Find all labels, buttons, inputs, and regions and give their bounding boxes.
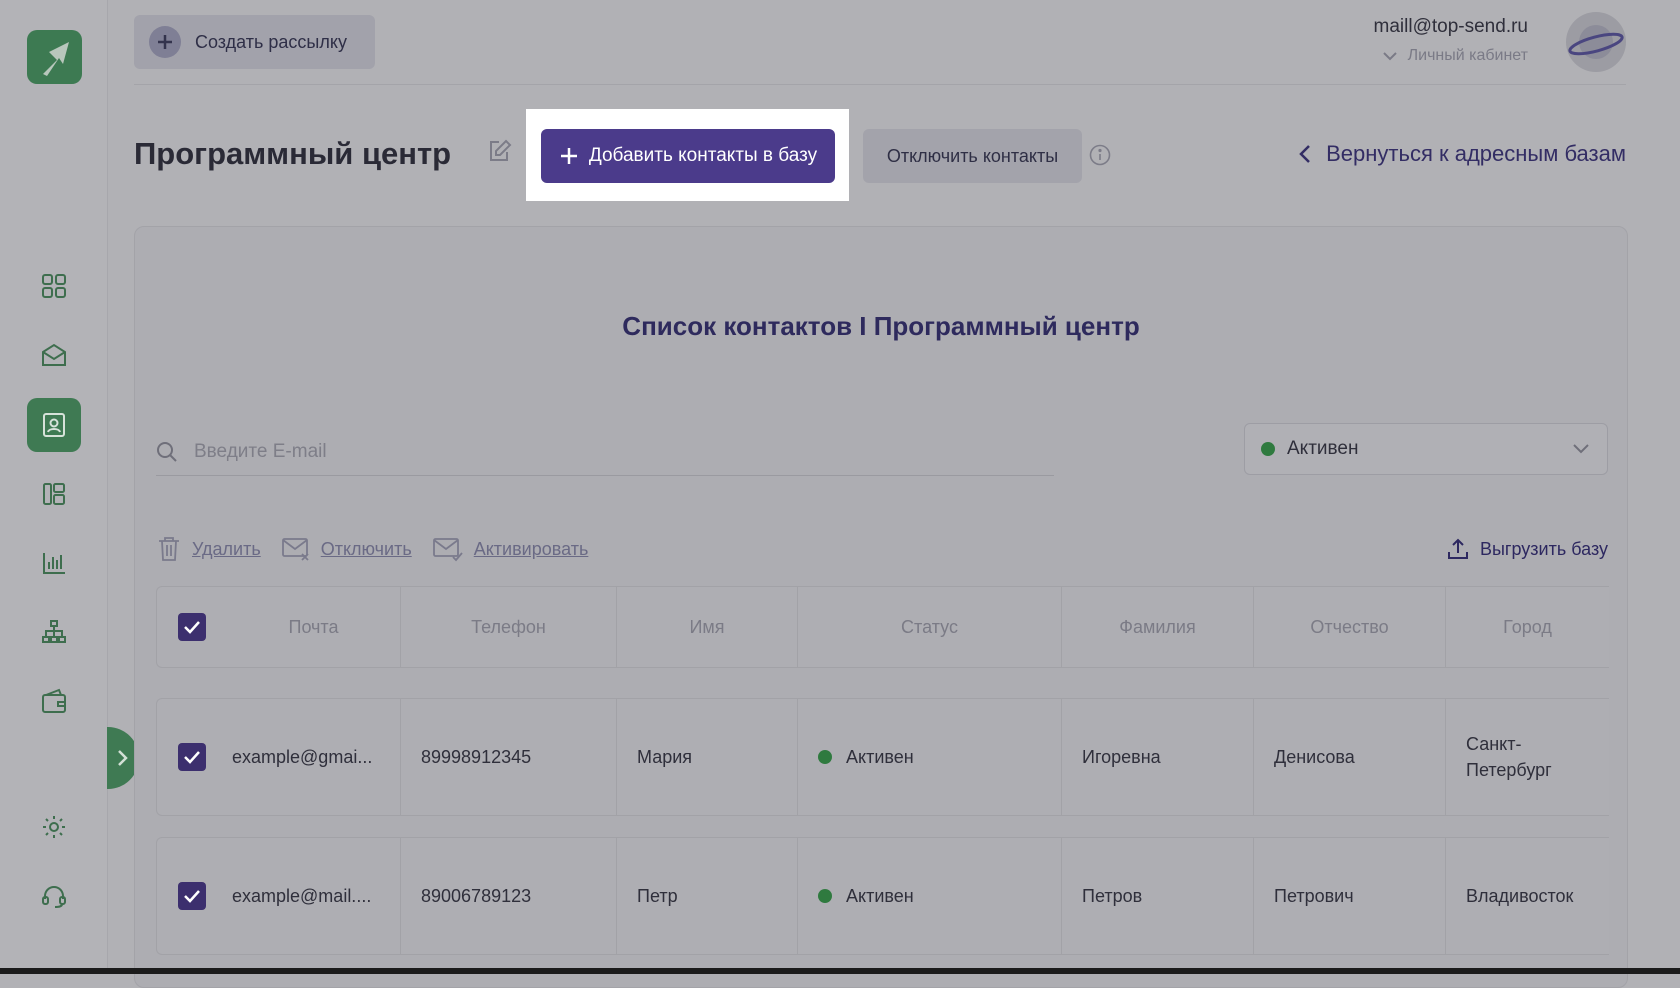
- dashboard-icon[interactable]: [27, 259, 81, 313]
- table-header: Почта Телефон Имя Статус Фамилия Отчеств…: [156, 586, 1609, 668]
- status-cell: Активен: [798, 838, 1062, 954]
- search-input[interactable]: [192, 440, 996, 464]
- disable-contacts-label: Отключить контакты: [886, 145, 1059, 166]
- name-cell: Петр: [617, 838, 798, 954]
- row-select-cell: [157, 838, 227, 954]
- templates-icon[interactable]: [27, 467, 81, 521]
- status-dot: [818, 889, 832, 903]
- table-row[interactable]: example@mail.... 89006789123 Петр Активе…: [156, 837, 1609, 955]
- row-checkbox[interactable]: [178, 882, 206, 910]
- chevron-down-icon: [1382, 52, 1397, 61]
- column-header-name[interactable]: Имя: [617, 587, 798, 667]
- activate-label: Активировать: [473, 538, 589, 559]
- column-header-email[interactable]: Почта: [227, 587, 401, 667]
- status-text: Активен: [846, 885, 914, 906]
- activate-action[interactable]: Активировать: [432, 536, 589, 562]
- bulk-actions: Удалить Отключить Активировать: [156, 535, 608, 563]
- list-title: Список контактов I Программный центр: [622, 311, 1140, 341]
- settings-icon[interactable]: [27, 800, 81, 854]
- export-label: Выгрузить базу: [1479, 538, 1608, 559]
- create-mailing-label: Создать рассылку: [195, 31, 347, 52]
- mail-check-icon: [432, 538, 463, 562]
- patronymic-cell: Петрович: [1254, 838, 1446, 954]
- phone-cell: 89998912345: [401, 699, 617, 815]
- top-header: Создать рассылку maill@top-send.ru Личны…: [134, 0, 1626, 85]
- row-select-cell: [157, 699, 227, 815]
- disable-label: Отключить: [320, 538, 412, 559]
- edit-icon[interactable]: [487, 138, 513, 169]
- check-icon: [184, 751, 200, 764]
- back-label: Вернуться к адресным базам: [1326, 141, 1626, 166]
- chevron-left-icon: [1299, 145, 1311, 163]
- check-icon: [184, 890, 200, 903]
- column-header-phone[interactable]: Телефон: [401, 587, 617, 667]
- arrow-logo-icon: [43, 42, 69, 76]
- city-cell: Владивосток: [1466, 885, 1574, 906]
- upload-icon: [1447, 538, 1468, 559]
- city-cell: Санкт- Петербург: [1466, 734, 1552, 780]
- status-filter-select[interactable]: Активен: [1244, 423, 1608, 475]
- add-contacts-button[interactable]: Добавить контакты в базу: [541, 129, 835, 183]
- mail-disable-icon: [281, 538, 309, 561]
- user-email: maill@top-send.ru: [1373, 16, 1528, 37]
- status-text: Активен: [846, 746, 914, 767]
- delete-label: Удалить: [192, 538, 261, 559]
- support-headset-icon[interactable]: [27, 869, 81, 923]
- search-field: [156, 429, 1054, 476]
- status-filter-value: Активен: [1287, 438, 1359, 459]
- export-base-button[interactable]: Выгрузить базу: [1446, 537, 1608, 561]
- email-cell: example@gmai...: [227, 699, 401, 815]
- delete-action[interactable]: Удалить: [156, 535, 261, 563]
- wallet-icon[interactable]: [27, 674, 81, 728]
- email-cell: example@mail....: [227, 838, 401, 954]
- row-checkbox[interactable]: [178, 743, 206, 771]
- back-to-address-bases-link[interactable]: Вернуться к адресным базам: [1298, 141, 1626, 167]
- window-bottom-edge: [0, 968, 1680, 974]
- app-logo[interactable]: [27, 30, 82, 84]
- patronymic-cell: Денисова: [1254, 699, 1446, 815]
- disable-contacts-button[interactable]: Отключить контакты: [863, 129, 1082, 183]
- column-header-city[interactable]: Город: [1446, 587, 1609, 667]
- sidebar: [0, 0, 108, 974]
- cabinet-label: Личный кабинет: [1407, 47, 1528, 64]
- disable-action[interactable]: Отключить: [281, 536, 412, 562]
- contacts-icon[interactable]: [27, 398, 81, 452]
- phone-cell: 89006789123: [401, 838, 617, 954]
- table-row[interactable]: example@gmai... 89998912345 Мария Активе…: [156, 698, 1609, 816]
- search-icon: [157, 442, 177, 462]
- add-contacts-label: Добавить контакты в базу: [588, 145, 818, 166]
- avatar[interactable]: [1566, 12, 1626, 72]
- trash-icon: [159, 537, 179, 561]
- page-title: Программный центр: [134, 136, 452, 171]
- structure-icon[interactable]: [27, 605, 81, 659]
- statistics-icon[interactable]: [27, 536, 81, 590]
- status-cell: Активен: [798, 699, 1062, 815]
- mail-open-icon[interactable]: [27, 328, 81, 382]
- column-header-status[interactable]: Статус: [798, 587, 1062, 667]
- column-header-surname[interactable]: Фамилия: [1062, 587, 1254, 667]
- personal-cabinet-link[interactable]: Личный кабинет: [1382, 47, 1528, 65]
- create-mailing-button[interactable]: Создать рассылку: [134, 15, 375, 69]
- chevron-right-icon: [118, 750, 128, 766]
- status-dot: [1261, 442, 1275, 456]
- status-dot: [818, 750, 832, 764]
- plus-icon: [149, 26, 181, 58]
- plus-icon: [560, 148, 577, 164]
- info-icon[interactable]: [1089, 144, 1111, 171]
- check-icon: [184, 621, 200, 634]
- select-all-checkbox[interactable]: [178, 613, 206, 641]
- surname-cell: Петров: [1062, 838, 1254, 954]
- surname-cell: Игоревна: [1062, 699, 1254, 815]
- contacts-panel: Список контактов I Программный центр Акт…: [134, 226, 1628, 988]
- select-all-cell: [157, 587, 227, 667]
- chevron-down-icon: [1573, 444, 1589, 454]
- name-cell: Мария: [617, 699, 798, 815]
- column-header-patronymic[interactable]: Отчество: [1254, 587, 1446, 667]
- planet-avatar-icon: [1568, 25, 1624, 59]
